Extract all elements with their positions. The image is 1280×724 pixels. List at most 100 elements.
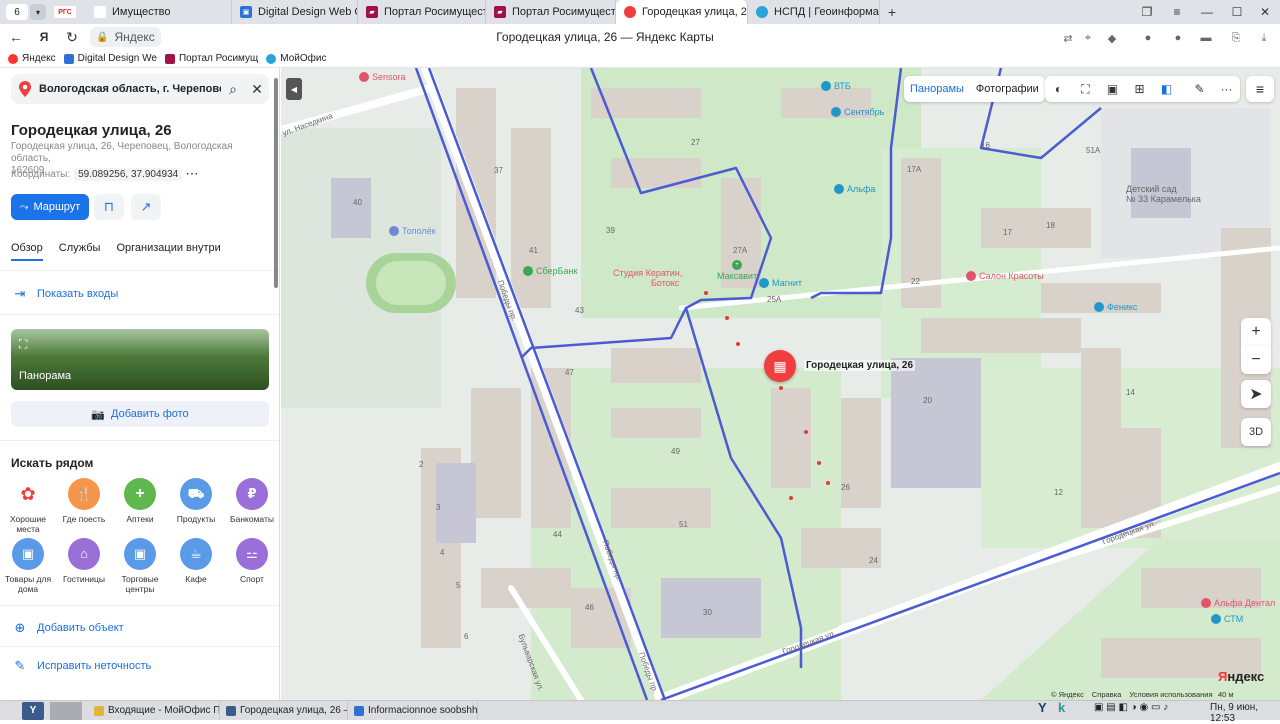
tab-list-dropdown[interactable]: ▾ <box>30 4 46 20</box>
close-icon[interactable]: ✕ <box>245 81 269 98</box>
poi-beauty-salon[interactable]: Салон Красоты <box>966 271 1044 281</box>
more-icon[interactable]: ··· <box>1213 76 1240 102</box>
hamburger-menu-icon[interactable]: ≡ <box>1246 76 1274 102</box>
terms-link[interactable]: Условия использования <box>1129 690 1212 699</box>
sidebar-scrollbar[interactable] <box>274 78 278 288</box>
start-menu-icon[interactable]: Y <box>22 701 44 720</box>
maximize-icon[interactable]: ☐ <box>1222 0 1252 24</box>
map-style-icon[interactable]: ◐ <box>1045 76 1072 102</box>
extension-icon-3[interactable]: ▬ <box>1198 30 1214 46</box>
poi-feniks[interactable]: Феникс <box>1094 302 1137 312</box>
search-icon[interactable]: ⌕ <box>221 81 245 98</box>
close-window-icon[interactable]: ✕ <box>1250 0 1280 24</box>
taskbar-item-browser[interactable]: Городецкая улица, 26 — ... <box>220 701 348 720</box>
collapse-sidebar-icon[interactable]: ◀ <box>286 78 302 100</box>
panorama-preview[interactable]: ⛶ Панорама <box>11 329 269 390</box>
tab-nspd[interactable]: НСПД | Геоинформацион <box>748 0 880 24</box>
locate-me-icon[interactable]: ➤ <box>1241 380 1271 408</box>
coordinates-value[interactable]: 59.089256, 37.904934 <box>74 168 183 181</box>
poi-alfa[interactable]: Альфа <box>834 184 875 194</box>
menu-icon[interactable]: ≡ <box>1162 0 1192 24</box>
tab-rgs[interactable]: РГС <box>46 0 86 24</box>
panorama-layer-icon[interactable]: ⛶ <box>1072 76 1099 102</box>
poi-stm[interactable]: СТМ <box>1211 614 1243 624</box>
back-icon[interactable]: ← <box>2 24 30 50</box>
transport-icon[interactable]: ⊞ <box>1126 76 1153 102</box>
bookmark-yandex[interactable]: Яндекс <box>8 53 56 64</box>
tab-rosim-2[interactable]: ▰ Портал Росимущества <box>486 0 616 24</box>
download-icon[interactable]: ⤓ <box>1256 30 1272 46</box>
bookmark-digital-design[interactable]: Digital Design We <box>63 53 157 64</box>
poi-maksavit[interactable]: + Максавит <box>717 260 757 281</box>
poi-vtb[interactable]: ВТБ <box>821 81 851 91</box>
poi-alfa-dental[interactable]: Альфа Дентал <box>1201 598 1275 608</box>
url-field[interactable]: 🔒 Яндекс <box>90 27 161 47</box>
tab-services[interactable]: Службы <box>59 242 101 261</box>
taskbar-item-mail[interactable]: Входящие - МойОфис По... <box>88 701 220 720</box>
category-malls[interactable]: ▣ Торговые центры <box>112 538 168 594</box>
camera-icon[interactable]: ▣ <box>1099 76 1126 102</box>
poi-sensora[interactable]: Sensora <box>359 72 406 82</box>
poi-keratin-studio[interactable]: Студия Кератин, Ботокс <box>613 268 682 288</box>
reload-icon[interactable]: ↻ <box>58 24 86 50</box>
poi-magnit[interactable]: Магнит <box>759 278 802 288</box>
translate-icon[interactable]: ⇄ <box>1060 30 1076 46</box>
tab-overview[interactable]: Обзор <box>11 242 43 261</box>
fix-error-link[interactable]: ✎ Исправить неточность <box>11 658 152 674</box>
system-clock[interactable]: Пн, 9 июн, 12:53 <box>1210 702 1280 724</box>
tab-rosim-1[interactable]: ▰ Портал Росимущества <box>358 0 486 24</box>
bookmark-myoffice[interactable]: МойОфис <box>266 53 326 64</box>
bookmark-rosim[interactable]: Портал Росимущ <box>164 53 258 64</box>
search-input[interactable]: Вологодская область, г. Череповец, <box>39 83 221 95</box>
more-icon[interactable]: ··· <box>186 169 199 180</box>
category-grocery[interactable]: ⛟ Продукты <box>168 478 224 524</box>
selected-building-marker[interactable]: ▦ <box>764 350 796 382</box>
category-atm[interactable]: ₽ Банкоматы <box>224 478 279 524</box>
category-home-goods[interactable]: ▣ Товары для дома <box>0 538 56 594</box>
layers-icon[interactable]: ◧ <box>1153 76 1180 102</box>
category-cafe[interactable]: ☕ Кафе <box>168 538 224 584</box>
extension-icon-2[interactable]: ● <box>1170 30 1186 46</box>
tab-yandex-maps[interactable]: Городецкая улица, 26 ✕ <box>616 0 748 24</box>
poi-sberbank[interactable]: СберБанк <box>523 266 577 276</box>
add-photo-button[interactable]: 📷 Добавить фото <box>11 401 269 427</box>
taskbar-item-document[interactable]: Informacionnoe soobshhe... <box>348 701 478 720</box>
location-icon[interactable]: ⌖ <box>1080 30 1096 46</box>
tab-counter[interactable]: 6 <box>6 4 28 20</box>
help-link[interactable]: Справка <box>1092 690 1121 699</box>
poi-september[interactable]: Сентябрь <box>831 107 884 117</box>
share-icon[interactable]: ⎘ <box>1228 30 1244 46</box>
kaspersky-tray-icon[interactable]: k <box>1058 700 1065 715</box>
category-food[interactable]: 🍴 Где поесть <box>56 478 112 524</box>
ruler-icon[interactable]: ✎ <box>1186 76 1213 102</box>
tabs-icon[interactable]: ❐ <box>1132 0 1162 24</box>
tab-property[interactable]: Имущество <box>86 0 232 24</box>
3d-button[interactable]: 3D <box>1241 418 1271 446</box>
minimize-icon[interactable]: — <box>1192 0 1222 24</box>
yandex-icon[interactable]: Я <box>30 24 58 50</box>
show-entrances-link[interactable]: ⇥ Показать входы <box>11 286 119 302</box>
poi-kindergarten-33[interactable]: Детский сад № 33 Карамелька <box>1126 184 1201 204</box>
category-pharmacy[interactable]: + Аптеки <box>112 478 168 524</box>
photos-toggle[interactable]: Фотографии <box>970 83 1045 95</box>
extension-icon-1[interactable]: ● <box>1140 30 1156 46</box>
poi-topolek[interactable]: Тополёк <box>389 226 436 236</box>
tab-organizations[interactable]: Организации внутри <box>116 242 220 261</box>
bookmark-icon[interactable]: ◆ <box>1104 30 1120 46</box>
tab-digital-design[interactable]: ▣ Digital Design Web Client <box>232 0 358 24</box>
new-tab-button[interactable]: + <box>880 4 904 20</box>
route-button[interactable]: ⤳ Маршрут <box>11 194 89 220</box>
category-hotels[interactable]: ⌂ Гостиницы <box>56 538 112 584</box>
bookmark-button[interactable]: ⊓ <box>94 194 124 220</box>
search-box[interactable]: Вологодская область, г. Череповец, ⌕ ✕ <box>11 74 269 104</box>
zoom-out-button[interactable]: − <box>1241 346 1271 374</box>
share-button[interactable]: ↗ <box>131 194 161 220</box>
yandex-tray-icon[interactable]: Y <box>1038 700 1047 715</box>
category-sport[interactable]: ⚍ Спорт <box>224 538 279 584</box>
category-good-places[interactable]: ✿ Хорошие места <box>0 478 56 534</box>
panoramas-toggle[interactable]: Панорамы <box>904 83 970 95</box>
map-canvas[interactable]: ул. Наседкина Победы пр. Победы пр. Горо… <box>281 68 1280 700</box>
tray-icons[interactable]: ▣ ▤ ◧ ◑ ◉ ▭ ♪ <box>1094 702 1168 713</box>
add-object-link[interactable]: ⊕ Добавить объект <box>11 620 124 636</box>
zoom-in-button[interactable]: + <box>1241 318 1271 346</box>
